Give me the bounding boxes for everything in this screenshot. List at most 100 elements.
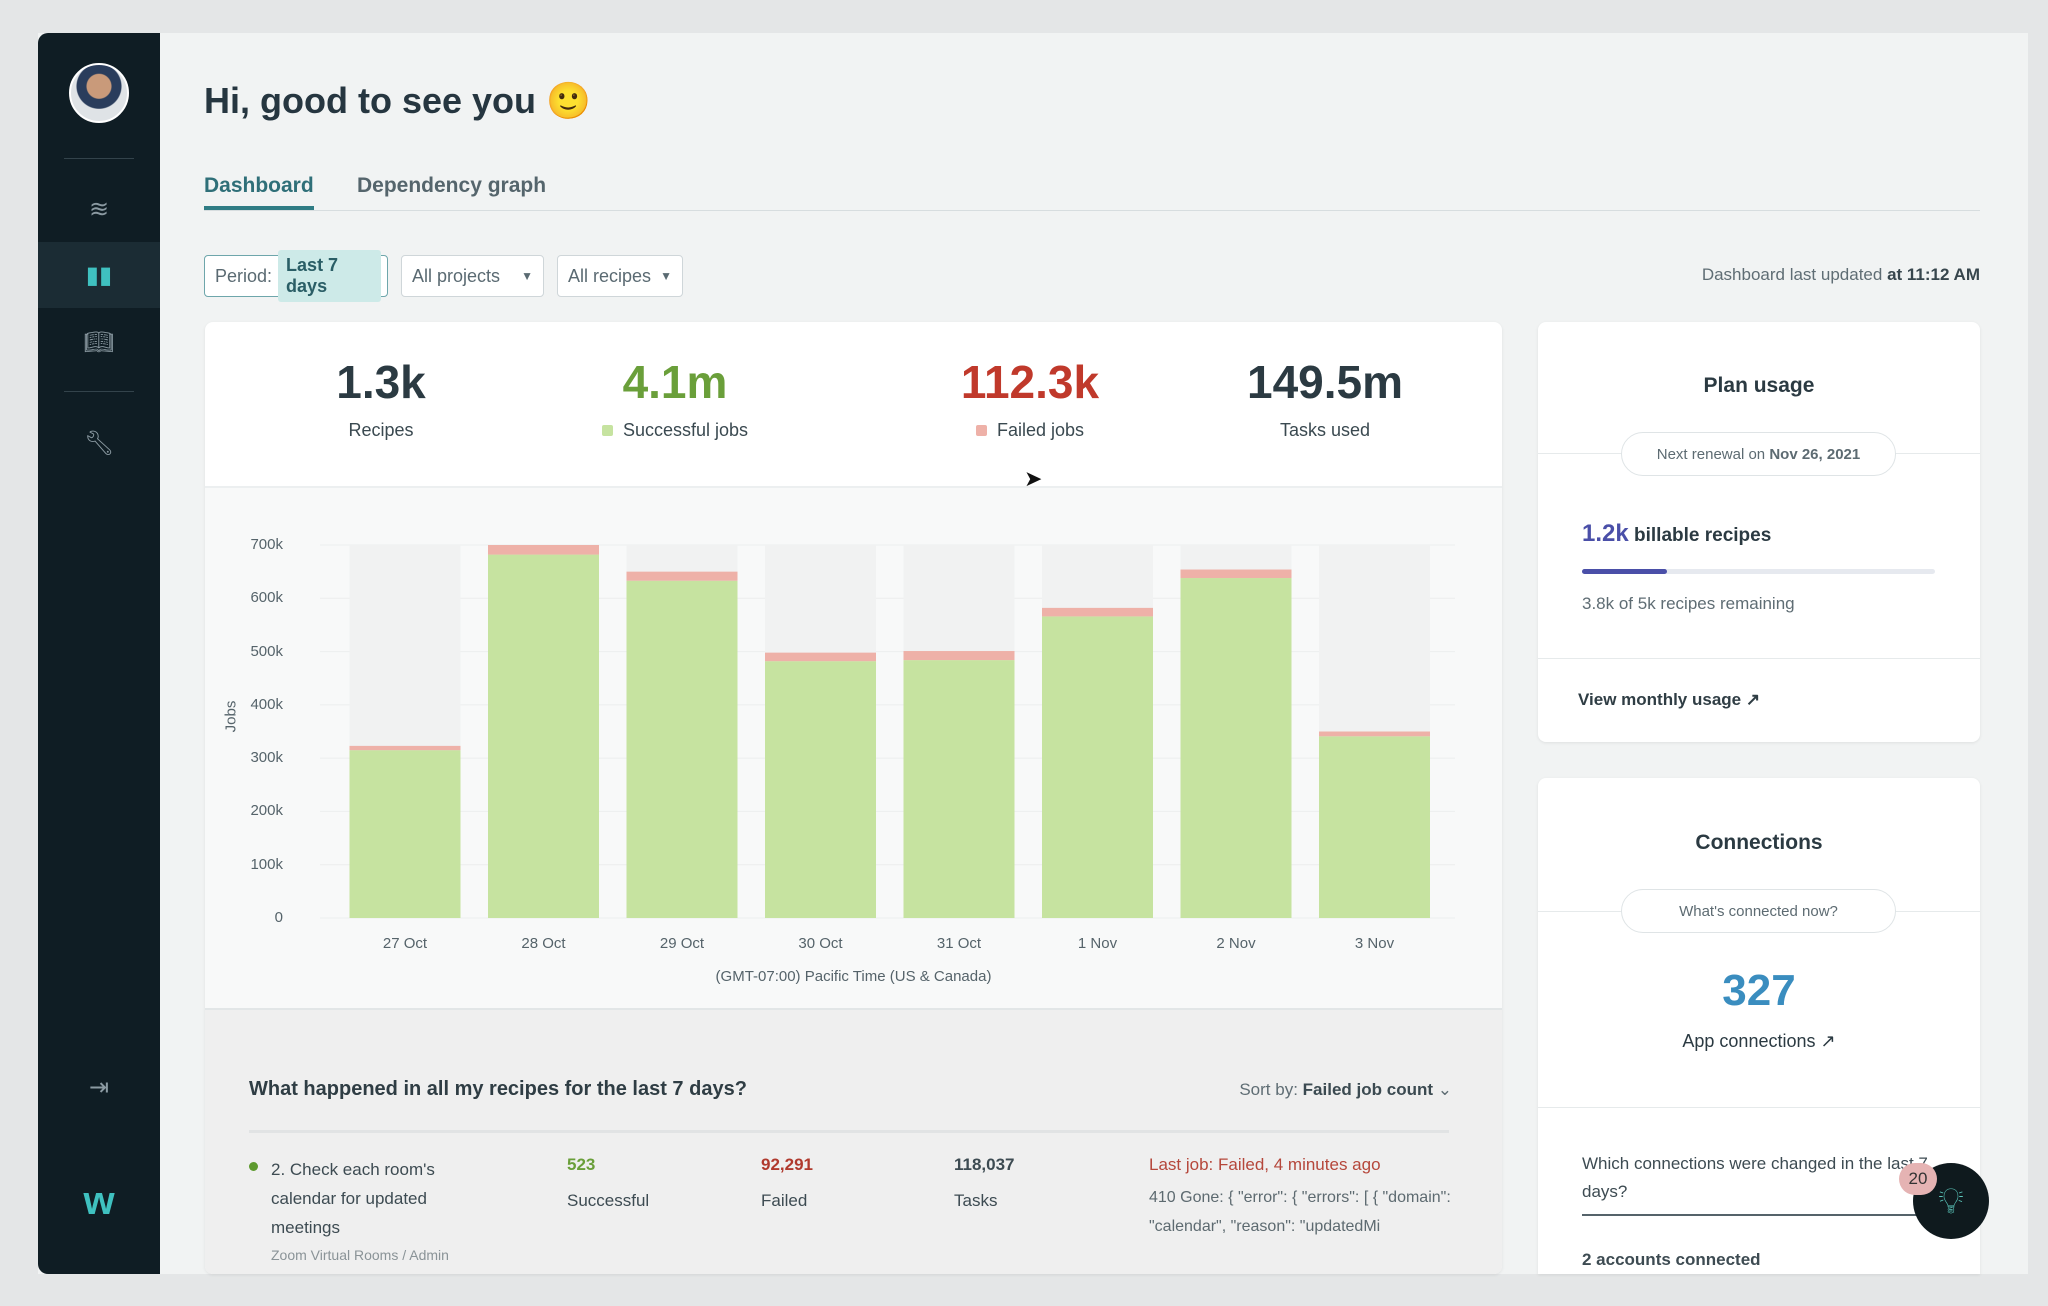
tasks-label: Tasks bbox=[954, 1191, 998, 1210]
app-connections-link[interactable]: App connections ↗ bbox=[1538, 1031, 1980, 1052]
stat-failed-jobs: 112.3k Failed jobs bbox=[880, 354, 1180, 441]
bar-failed bbox=[1180, 569, 1292, 579]
y-tick-label: 200k bbox=[250, 802, 283, 820]
external-link-icon: ↗ bbox=[1820, 1031, 1836, 1051]
usage-progress-bar bbox=[1582, 569, 1935, 574]
x-axis-label: (GMT-07:00) Pacific Time (US & Canada) bbox=[715, 968, 992, 985]
bar-failed bbox=[349, 745, 461, 751]
y-tick-label: 600k bbox=[250, 589, 283, 607]
stat-successful-jobs: 4.1m Successful jobs bbox=[525, 354, 825, 441]
divider bbox=[64, 158, 134, 159]
projects-dropdown[interactable]: All projects ▼ bbox=[401, 255, 544, 297]
x-tick-label: 28 Oct bbox=[521, 935, 566, 952]
recipe-folder: Zoom Virtual Rooms / Admin bbox=[271, 1247, 449, 1263]
last-updated-time: at 11:12 AM bbox=[1887, 265, 1980, 284]
legend-failed-swatch bbox=[975, 425, 987, 436]
avatar[interactable] bbox=[69, 63, 129, 123]
link-text: View monthly usage bbox=[1578, 690, 1742, 709]
book-icon[interactable]: 📖︎ bbox=[38, 309, 160, 375]
status-dot bbox=[249, 1162, 258, 1171]
x-tick-label: 29 Oct bbox=[659, 935, 705, 952]
bar-successful bbox=[626, 580, 738, 918]
error-message: 410 Gone: { "error": { "errors": [ { "do… bbox=[1149, 1189, 1451, 1235]
plan-title: Plan usage bbox=[1703, 374, 1815, 397]
bar-successful bbox=[1042, 616, 1153, 918]
bar-failed bbox=[903, 651, 1015, 661]
divider bbox=[1538, 1107, 1980, 1108]
period-value: Last 7 days bbox=[278, 250, 381, 302]
stat-value: 149.5m bbox=[1246, 356, 1403, 408]
caret-down-icon: ▼ bbox=[660, 269, 672, 283]
successful-label: Successful bbox=[567, 1191, 650, 1210]
recipes-dropdown[interactable]: All recipes ▼ bbox=[557, 255, 683, 297]
successful-count: 523 bbox=[567, 1155, 596, 1174]
bar-failed bbox=[1042, 607, 1153, 617]
divider bbox=[1538, 658, 1980, 659]
caret-down-icon: ▼ bbox=[521, 269, 533, 283]
recipes-value: All recipes bbox=[568, 265, 652, 286]
chart-bar-icon[interactable]: ▮▮ bbox=[38, 242, 160, 308]
jobs-bar-chart bbox=[320, 544, 1455, 919]
sidebar: ≋ ▮▮ 📖︎ 🔧︎ ⇥ w bbox=[38, 33, 160, 1274]
last-updated-label: Dashboard last updated bbox=[1701, 265, 1883, 284]
x-tick-label: 2 Nov bbox=[1216, 935, 1256, 952]
notification-badge: 20 bbox=[1899, 1163, 1937, 1195]
period-filter[interactable]: Period: Last 7 days bbox=[204, 250, 388, 302]
mouse-cursor: ➤ bbox=[1024, 466, 1043, 491]
divider bbox=[64, 391, 134, 392]
jobs-card: 1.3k Recipes 4.1m Successful jobs 112.3k Fa… bbox=[205, 322, 1502, 1274]
recipe-name[interactable]: 2. Check each room's calendar for update… bbox=[271, 1155, 461, 1242]
bar-successful bbox=[765, 661, 876, 918]
y-tick-label: 700k bbox=[250, 536, 283, 553]
external-link-icon: ↗ bbox=[1745, 690, 1761, 709]
bar-successful bbox=[903, 660, 1015, 918]
bar-successful bbox=[1319, 736, 1430, 918]
tasks-count: 118,037 bbox=[954, 1155, 1015, 1174]
billable-count: 1.2k bbox=[1582, 520, 1629, 547]
y-tick-label: 500k bbox=[250, 642, 283, 660]
chevron-down-icon: ⌄ bbox=[1437, 1080, 1452, 1099]
legend-success-swatch bbox=[601, 425, 613, 436]
plan-usage-card: Plan usage Next renewal on Nov 26, 2021 … bbox=[1538, 322, 1980, 742]
failed-label: Failed bbox=[761, 1191, 808, 1210]
failed-count: 92,291 bbox=[761, 1155, 813, 1174]
stat-recipes: 1.3k Recipes bbox=[231, 354, 531, 441]
divider bbox=[249, 1130, 1449, 1133]
smile-icon: 🙂 bbox=[546, 80, 591, 121]
x-tick-label: 3 Nov bbox=[1354, 935, 1395, 952]
renewal-pill: Next renewal on Nov 26, 2021 bbox=[1621, 432, 1896, 476]
stat-label: Tasks used bbox=[1279, 420, 1371, 440]
lightbulb-icon: 💡︎ bbox=[1938, 1179, 1964, 1221]
view-monthly-usage-link[interactable]: View monthly usage ↗ bbox=[1578, 690, 1760, 710]
last-job-status: Last job: Failed, 4 minutes ago bbox=[1149, 1155, 1381, 1174]
greeting-text: Hi, good to see you bbox=[204, 80, 537, 121]
logout-icon[interactable]: ⇥ bbox=[38, 1054, 160, 1120]
whats-connected-button[interactable]: What's connected now? bbox=[1621, 889, 1896, 933]
bar-successful bbox=[349, 750, 461, 918]
sort-label: Sort by: bbox=[1239, 1080, 1298, 1099]
bar-failed bbox=[626, 571, 738, 581]
accounts-connected: 2 accounts connected bbox=[1582, 1250, 1761, 1269]
wrench-icon[interactable]: 🔧︎ bbox=[38, 410, 160, 476]
bar-failed bbox=[765, 652, 876, 662]
stat-tasks-used: 149.5m Tasks used bbox=[1175, 354, 1475, 441]
workato-logo[interactable]: w bbox=[38, 1168, 160, 1234]
tab-dependency-graph[interactable]: Dependency graph bbox=[357, 174, 546, 198]
last-updated: Dashboard last updated at 11:12 AM bbox=[1702, 265, 1980, 285]
connections-question[interactable]: Which connections were changed in the la… bbox=[1582, 1150, 1932, 1216]
section-title: What happened in all my recipes for the … bbox=[249, 1078, 747, 1100]
connections-count: 327 bbox=[1722, 966, 1796, 1015]
sort-dropdown[interactable]: Sort by: Failed job count ⌄ bbox=[1239, 1080, 1452, 1100]
recipes-remaining: 3.8k of 5k recipes remaining bbox=[1582, 594, 1795, 613]
x-tick-label: 30 Oct bbox=[798, 935, 843, 952]
stat-label: Successful jobs bbox=[622, 420, 749, 440]
page-title: Hi, good to see you 🙂 bbox=[204, 80, 591, 122]
y-tick-label: 100k bbox=[250, 855, 283, 873]
chart-panel: Jobs (GMT-07:00) Pacific Time (US & Cana… bbox=[205, 486, 1502, 1010]
layers-icon[interactable]: ≋ bbox=[38, 176, 160, 242]
stat-label: Failed jobs bbox=[996, 420, 1085, 440]
y-tick-label: 0 bbox=[274, 909, 283, 926]
tab-dashboard[interactable]: Dashboard bbox=[204, 174, 314, 210]
y-tick-label: 400k bbox=[250, 695, 283, 713]
bar-successful bbox=[1180, 578, 1292, 918]
